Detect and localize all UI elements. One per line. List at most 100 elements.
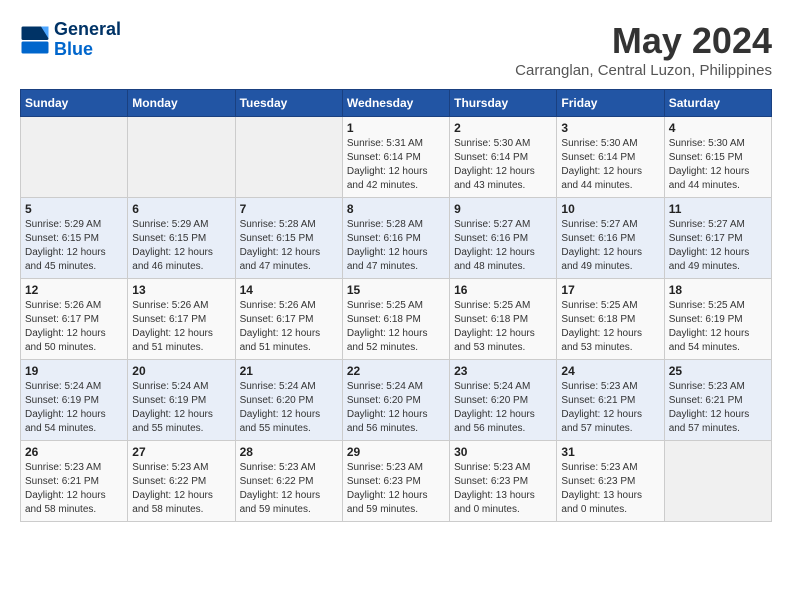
calendar-cell: 7 Sunrise: 5:28 AM Sunset: 6:15 PM Daylig… [235, 198, 342, 279]
weekday-header-row: SundayMondayTuesdayWednesdayThursdayFrid… [21, 90, 772, 117]
logo-line1: General [54, 20, 121, 40]
calendar-cell: 5 Sunrise: 5:29 AM Sunset: 6:15 PM Daylig… [21, 198, 128, 279]
calendar-cell: 21 Sunrise: 5:24 AM Sunset: 6:20 PM Dayli… [235, 360, 342, 441]
day-number: 5 [25, 202, 123, 216]
day-info: Sunrise: 5:29 AM Sunset: 6:15 PM Dayligh… [25, 218, 123, 274]
page-header: General Blue May 2024 Carranglan, Centra… [20, 20, 772, 79]
calendar-cell: 17Sunrise: 5:25 AM Sunset: 6:18 PM Dayli… [557, 279, 664, 360]
day-number: 18 [669, 283, 767, 297]
calendar-cell: 16 Sunrise: 5:25 AM Sunset: 6:18 PM Dayli… [450, 279, 557, 360]
day-number: 12 [25, 283, 123, 297]
day-number: 16 [454, 283, 552, 297]
day-number: 22 [347, 364, 445, 378]
day-info: Sunrise: 5:24 AM Sunset: 6:20 PM Dayligh… [240, 380, 338, 436]
day-info: Sunrise: 5:27 AM Sunset: 6:16 PM Dayligh… [561, 218, 659, 274]
calendar-cell: 15Sunrise: 5:25 AM Sunset: 6:18 PM Dayli… [342, 279, 449, 360]
weekday-header-thursday: Thursday [450, 90, 557, 117]
day-number: 26 [25, 445, 123, 459]
calendar-cell: 27 Sunrise: 5:23 AM Sunset: 6:22 PM Dayli… [128, 441, 235, 522]
day-info: Sunrise: 5:25 AM Sunset: 6:18 PM Dayligh… [347, 299, 445, 355]
calendar-cell: 29 Sunrise: 5:23 AM Sunset: 6:23 PM Dayli… [342, 441, 449, 522]
weekday-header-wednesday: Wednesday [342, 90, 449, 117]
calendar-cell: 25 Sunrise: 5:23 AM Sunset: 6:21 PM Dayli… [664, 360, 771, 441]
day-number: 23 [454, 364, 552, 378]
day-number: 24 [561, 364, 659, 378]
calendar-week-row: 12 Sunrise: 5:26 AM Sunset: 6:17 PM Dayli… [21, 279, 772, 360]
calendar-week-row: 5 Sunrise: 5:29 AM Sunset: 6:15 PM Daylig… [21, 198, 772, 279]
day-info: Sunrise: 5:25 AM Sunset: 6:18 PM Dayligh… [561, 299, 659, 355]
logo-line2: Blue [54, 40, 121, 60]
day-info: Sunrise: 5:24 AM Sunset: 6:20 PM Dayligh… [454, 380, 552, 436]
calendar-cell [128, 117, 235, 198]
logo: General Blue [20, 20, 121, 60]
day-number: 21 [240, 364, 338, 378]
calendar-cell: 12 Sunrise: 5:26 AM Sunset: 6:17 PM Dayli… [21, 279, 128, 360]
weekday-header-monday: Monday [128, 90, 235, 117]
day-info: Sunrise: 5:29 AM Sunset: 6:15 PM Dayligh… [132, 218, 230, 274]
calendar-cell: 6 Sunrise: 5:29 AM Sunset: 6:15 PM Daylig… [128, 198, 235, 279]
calendar-cell: 2 Sunrise: 5:30 AM Sunset: 6:14 PM Daylig… [450, 117, 557, 198]
calendar-cell: 9 Sunrise: 5:27 AM Sunset: 6:16 PM Daylig… [450, 198, 557, 279]
day-info: Sunrise: 5:28 AM Sunset: 6:16 PM Dayligh… [347, 218, 445, 274]
calendar-cell [21, 117, 128, 198]
calendar-cell: 20Sunrise: 5:24 AM Sunset: 6:19 PM Dayli… [128, 360, 235, 441]
weekday-header-sunday: Sunday [21, 90, 128, 117]
day-info: Sunrise: 5:25 AM Sunset: 6:19 PM Dayligh… [669, 299, 767, 355]
day-number: 9 [454, 202, 552, 216]
day-info: Sunrise: 5:23 AM Sunset: 6:23 PM Dayligh… [347, 461, 445, 517]
day-info: Sunrise: 5:27 AM Sunset: 6:17 PM Dayligh… [669, 218, 767, 274]
calendar-cell: 28 Sunrise: 5:23 AM Sunset: 6:22 PM Dayli… [235, 441, 342, 522]
day-number: 11 [669, 202, 767, 216]
day-number: 8 [347, 202, 445, 216]
day-number: 6 [132, 202, 230, 216]
day-info: Sunrise: 5:31 AM Sunset: 6:14 PM Dayligh… [347, 137, 445, 193]
day-info: Sunrise: 5:24 AM Sunset: 6:19 PM Dayligh… [25, 380, 123, 436]
day-info: Sunrise: 5:24 AM Sunset: 6:20 PM Dayligh… [347, 380, 445, 436]
calendar-header: SundayMondayTuesdayWednesdayThursdayFrid… [21, 90, 772, 117]
day-number: 28 [240, 445, 338, 459]
location: Carranglan, Central Luzon, Philippines [515, 62, 772, 79]
day-number: 20 [132, 364, 230, 378]
day-info: Sunrise: 5:30 AM Sunset: 6:14 PM Dayligh… [454, 137, 552, 193]
calendar-cell: 31Sunrise: 5:23 AM Sunset: 6:23 PM Dayli… [557, 441, 664, 522]
calendar-cell [664, 441, 771, 522]
month-title: May 2024 [515, 20, 772, 62]
day-number: 19 [25, 364, 123, 378]
calendar-week-row: 1 Sunrise: 5:31 AM Sunset: 6:14 PM Daylig… [21, 117, 772, 198]
day-info: Sunrise: 5:23 AM Sunset: 6:21 PM Dayligh… [561, 380, 659, 436]
calendar-table: SundayMondayTuesdayWednesdayThursdayFrid… [20, 89, 772, 522]
calendar-cell: 26Sunrise: 5:23 AM Sunset: 6:21 PM Dayli… [21, 441, 128, 522]
day-number: 25 [669, 364, 767, 378]
calendar-cell: 11 Sunrise: 5:27 AM Sunset: 6:17 PM Dayli… [664, 198, 771, 279]
day-info: Sunrise: 5:26 AM Sunset: 6:17 PM Dayligh… [132, 299, 230, 355]
calendar-cell: 18 Sunrise: 5:25 AM Sunset: 6:19 PM Dayli… [664, 279, 771, 360]
day-info: Sunrise: 5:26 AM Sunset: 6:17 PM Dayligh… [25, 299, 123, 355]
day-info: Sunrise: 5:28 AM Sunset: 6:15 PM Dayligh… [240, 218, 338, 274]
day-info: Sunrise: 5:23 AM Sunset: 6:22 PM Dayligh… [132, 461, 230, 517]
day-number: 30 [454, 445, 552, 459]
calendar-week-row: 19 Sunrise: 5:24 AM Sunset: 6:19 PM Dayli… [21, 360, 772, 441]
calendar-cell: 22 Sunrise: 5:24 AM Sunset: 6:20 PM Dayli… [342, 360, 449, 441]
calendar-cell: 24 Sunrise: 5:23 AM Sunset: 6:21 PM Dayli… [557, 360, 664, 441]
calendar-cell: 19 Sunrise: 5:24 AM Sunset: 6:19 PM Dayli… [21, 360, 128, 441]
day-info: Sunrise: 5:27 AM Sunset: 6:16 PM Dayligh… [454, 218, 552, 274]
day-number: 31 [561, 445, 659, 459]
day-number: 3 [561, 121, 659, 135]
day-number: 7 [240, 202, 338, 216]
calendar-body: 1 Sunrise: 5:31 AM Sunset: 6:14 PM Daylig… [21, 117, 772, 522]
calendar-cell: 13Sunrise: 5:26 AM Sunset: 6:17 PM Dayli… [128, 279, 235, 360]
day-number: 29 [347, 445, 445, 459]
calendar-cell [235, 117, 342, 198]
day-info: Sunrise: 5:23 AM Sunset: 6:22 PM Dayligh… [240, 461, 338, 517]
day-info: Sunrise: 5:23 AM Sunset: 6:21 PM Dayligh… [669, 380, 767, 436]
day-info: Sunrise: 5:30 AM Sunset: 6:15 PM Dayligh… [669, 137, 767, 193]
calendar-cell: 3 Sunrise: 5:30 AM Sunset: 6:14 PM Daylig… [557, 117, 664, 198]
day-info: Sunrise: 5:30 AM Sunset: 6:14 PM Dayligh… [561, 137, 659, 193]
day-info: Sunrise: 5:23 AM Sunset: 6:23 PM Dayligh… [454, 461, 552, 517]
day-number: 27 [132, 445, 230, 459]
day-number: 1 [347, 121, 445, 135]
day-info: Sunrise: 5:25 AM Sunset: 6:18 PM Dayligh… [454, 299, 552, 355]
calendar-cell: 4Sunrise: 5:30 AM Sunset: 6:15 PM Daylig… [664, 117, 771, 198]
day-number: 2 [454, 121, 552, 135]
calendar-week-row: 26Sunrise: 5:23 AM Sunset: 6:21 PM Dayli… [21, 441, 772, 522]
